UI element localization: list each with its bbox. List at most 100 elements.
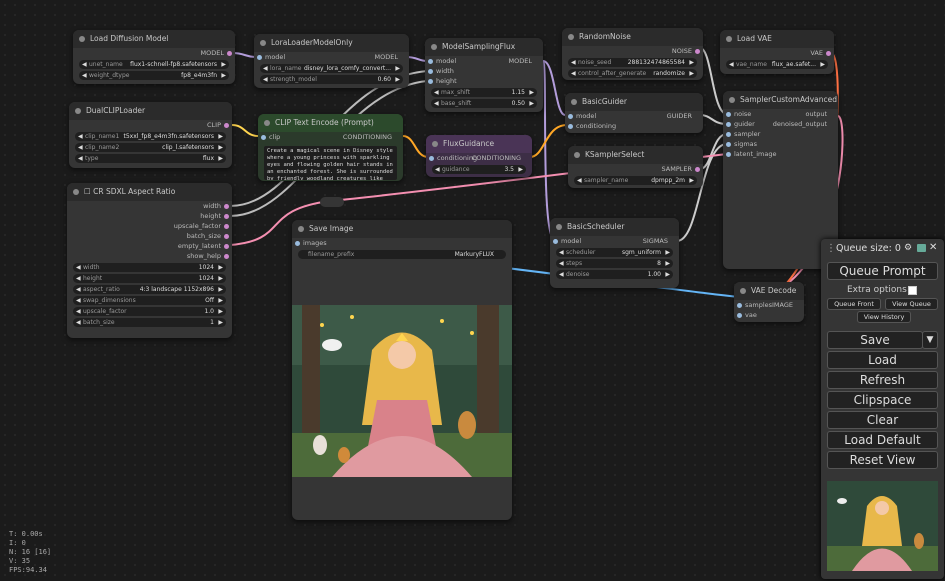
node-title[interactable]: BasicGuider bbox=[565, 93, 703, 111]
conditioning-input[interactable]: conditioning CONDITIONING bbox=[426, 153, 532, 163]
view-history-button[interactable]: View History bbox=[857, 311, 911, 323]
node-title[interactable]: ModelSamplingFlux bbox=[425, 38, 543, 56]
model-input[interactable]: model MODEL bbox=[254, 52, 409, 62]
save-image-node[interactable]: Save Image images filename_prefix Markury… bbox=[292, 220, 512, 520]
load-vae-node[interactable]: Load VAE VAE ◀ vae_name flux_ae.safet... ▶ bbox=[720, 30, 834, 74]
clip-output[interactable]: CLIP bbox=[69, 120, 232, 130]
control-after-generate-widget[interactable]: ◀ control_after_generate randomize ▶ bbox=[568, 69, 697, 78]
sampler-output[interactable]: SAMPLER bbox=[568, 164, 703, 174]
width-output[interactable]: width bbox=[67, 201, 232, 211]
node-title[interactable]: VAE Decode bbox=[734, 282, 804, 300]
height-widget[interactable]: ◀ height 1024 ▶ bbox=[73, 274, 226, 283]
latent-image-input[interactable]: latent_image bbox=[723, 149, 838, 159]
drag-handle-icon[interactable]: ⋮ bbox=[826, 243, 836, 254]
history-thumbnail[interactable] bbox=[827, 481, 938, 571]
noise-output[interactable]: NOISE bbox=[562, 46, 703, 56]
node-title[interactable]: ☐ CR SDXL Aspect Ratio bbox=[67, 183, 232, 201]
clear-button[interactable]: Clear bbox=[827, 411, 938, 429]
reroute-node[interactable] bbox=[320, 197, 344, 207]
aspect-ratio-widget[interactable]: ◀ aspect_ratio 4:3 landscape 1152x896 ▶ bbox=[73, 285, 226, 294]
image-icon[interactable] bbox=[917, 244, 926, 252]
upscale-factor-output[interactable]: upscale_factor bbox=[67, 221, 232, 231]
base-shift-widget[interactable]: ◀ base_shift 0.50 ▶ bbox=[431, 99, 537, 108]
clipspace-button[interactable]: Clipspace bbox=[827, 391, 938, 409]
noise-seed-widget[interactable]: ◀ noise_seed 288132474865584 ▶ bbox=[568, 58, 697, 67]
save-dropdown-button[interactable]: ▼ bbox=[922, 331, 938, 349]
clip-name1-widget[interactable]: ◀ clip_name1 t5xxl_fp8_e4m3fn.safetensors ▶ bbox=[75, 132, 226, 141]
empty-latent-output[interactable]: empty_latent bbox=[67, 241, 232, 251]
vae-name-widget[interactable]: ◀ vae_name flux_ae.safet... ▶ bbox=[726, 60, 828, 69]
basic-guider-node[interactable]: BasicGuider model GUIDER conditioning bbox=[565, 93, 703, 133]
node-title[interactable]: CLIP Text Encode (Prompt) bbox=[258, 114, 403, 132]
conditioning-input[interactable]: conditioning bbox=[565, 121, 703, 131]
denoise-widget[interactable]: ◀ denoise 1.00 ▶ bbox=[556, 270, 673, 279]
vae-input[interactable]: vae bbox=[734, 310, 804, 320]
width-widget[interactable]: ◀ width 1024 ▶ bbox=[73, 263, 226, 272]
close-icon[interactable]: ✕ bbox=[929, 242, 937, 253]
queue-front-button[interactable]: Queue Front bbox=[827, 298, 881, 310]
node-title[interactable]: Load Diffusion Model bbox=[73, 30, 235, 48]
flux-guidance-node[interactable]: FluxGuidance conditioning CONDITIONING ◀ g… bbox=[426, 135, 532, 177]
model-input[interactable]: model MODEL bbox=[425, 56, 543, 66]
output-image-preview[interactable] bbox=[292, 305, 512, 477]
vae-decode-node[interactable]: VAE Decode samples IMAGE vae bbox=[734, 282, 804, 322]
sigmas-input[interactable]: sigmas bbox=[723, 139, 838, 149]
gear-icon[interactable]: ⚙ bbox=[904, 243, 912, 253]
vae-output[interactable]: VAE bbox=[720, 48, 834, 58]
view-queue-button[interactable]: View Queue bbox=[885, 298, 938, 310]
checkbox-icon[interactable]: ☐ bbox=[84, 187, 93, 196]
prompt-textarea[interactable]: Create a magical scene in Disney style w… bbox=[264, 146, 397, 180]
extra-options-checkbox[interactable] bbox=[908, 286, 917, 295]
noise-input[interactable]: noise output bbox=[723, 109, 838, 119]
upscale-factor-widget[interactable]: ◀ upscale_factor 1.0 ▶ bbox=[73, 307, 226, 316]
weight-dtype-widget[interactable]: ◀ weight_dtype fp8_e4m3fn ▶ bbox=[79, 71, 229, 80]
height-input[interactable]: height bbox=[425, 76, 543, 86]
node-title[interactable]: RandomNoise bbox=[562, 28, 703, 46]
clip-input[interactable]: clip CONDITIONING bbox=[258, 132, 403, 142]
sampler-input[interactable]: sampler bbox=[723, 129, 838, 139]
guider-input[interactable]: guider denoised_output bbox=[723, 119, 838, 129]
strength-model-widget[interactable]: ◀ strength_model 0.60 ▶ bbox=[260, 75, 403, 84]
load-diffusion-model-node[interactable]: Load Diffusion Model MODEL ◀ unet_name flu… bbox=[73, 30, 235, 84]
node-title[interactable]: LoraLoaderModelOnly bbox=[254, 34, 409, 52]
refresh-button[interactable]: Refresh bbox=[827, 371, 938, 389]
queue-prompt-button[interactable]: Queue Prompt bbox=[827, 262, 938, 280]
basic-scheduler-node[interactable]: BasicScheduler model SIGMAS ◀ scheduler sgm… bbox=[550, 218, 679, 288]
filename-prefix-widget[interactable]: filename_prefix MarkuryFLUX bbox=[298, 250, 506, 259]
batch-size-output[interactable]: batch_size bbox=[67, 231, 232, 241]
dual-clip-loader-node[interactable]: DualCLIPLoader CLIP ◀ clip_name1 t5xxl_fp8… bbox=[69, 102, 232, 168]
guidance-widget[interactable]: ◀ guidance 3.5 ▶ bbox=[432, 165, 526, 174]
random-noise-node[interactable]: RandomNoise NOISE ◀ noise_seed 28813247486… bbox=[562, 28, 703, 80]
reset-view-button[interactable]: Reset View bbox=[827, 451, 938, 469]
samples-input[interactable]: samples IMAGE bbox=[734, 300, 804, 310]
model-input[interactable]: model GUIDER bbox=[565, 111, 703, 121]
load-button[interactable]: Load bbox=[827, 351, 938, 369]
steps-widget[interactable]: ◀ steps 8 ▶ bbox=[556, 259, 673, 268]
node-title[interactable]: BasicScheduler bbox=[550, 218, 679, 236]
node-title[interactable]: FluxGuidance bbox=[426, 135, 532, 153]
width-input[interactable]: width bbox=[425, 66, 543, 76]
lora-loader-node[interactable]: LoraLoaderModelOnly model MODEL ◀ lora_nam… bbox=[254, 34, 409, 88]
aspect-ratio-node[interactable]: ☐ CR SDXL Aspect Ratio width height upsc… bbox=[67, 183, 232, 338]
max-shift-widget[interactable]: ◀ max_shift 1.15 ▶ bbox=[431, 88, 537, 97]
clip-name2-widget[interactable]: ◀ clip_name2 clip_l.safetensors ▶ bbox=[75, 143, 226, 152]
model-input[interactable]: model SIGMAS bbox=[550, 236, 679, 246]
node-title[interactable]: Save Image bbox=[292, 220, 512, 238]
sampler-name-widget[interactable]: ◀ sampler_name dpmpp_2m ▶ bbox=[574, 176, 697, 185]
node-title[interactable]: SamplerCustomAdvanced bbox=[723, 91, 838, 109]
load-default-button[interactable]: Load Default bbox=[827, 431, 938, 449]
model-sampling-flux-node[interactable]: ModelSamplingFlux model MODEL width heigh… bbox=[425, 38, 543, 112]
type-widget[interactable]: ◀ type flux ▶ bbox=[75, 154, 226, 163]
lora-name-widget[interactable]: ◀ lora_name disney_lora_comfy_convert... ▶ bbox=[260, 64, 403, 73]
batch-size-widget[interactable]: ◀ batch_size 1 ▶ bbox=[73, 318, 226, 327]
node-title[interactable]: KSamplerSelect bbox=[568, 146, 703, 164]
unet-name-widget[interactable]: ◀ unet_name flux1-schnell-fp8.safetensors ▶ bbox=[79, 60, 229, 69]
show-help-output[interactable]: show_help bbox=[67, 251, 232, 261]
scheduler-widget[interactable]: ◀ scheduler sgm_uniform ▶ bbox=[556, 248, 673, 257]
model-output[interactable]: MODEL bbox=[73, 48, 235, 58]
node-title[interactable]: DualCLIPLoader bbox=[69, 102, 232, 120]
swap-dimensions-widget[interactable]: ◀ swap_dimensions Off ▶ bbox=[73, 296, 226, 305]
node-title[interactable]: Load VAE bbox=[720, 30, 834, 48]
height-output[interactable]: height bbox=[67, 211, 232, 221]
save-button[interactable]: Save bbox=[827, 331, 923, 349]
